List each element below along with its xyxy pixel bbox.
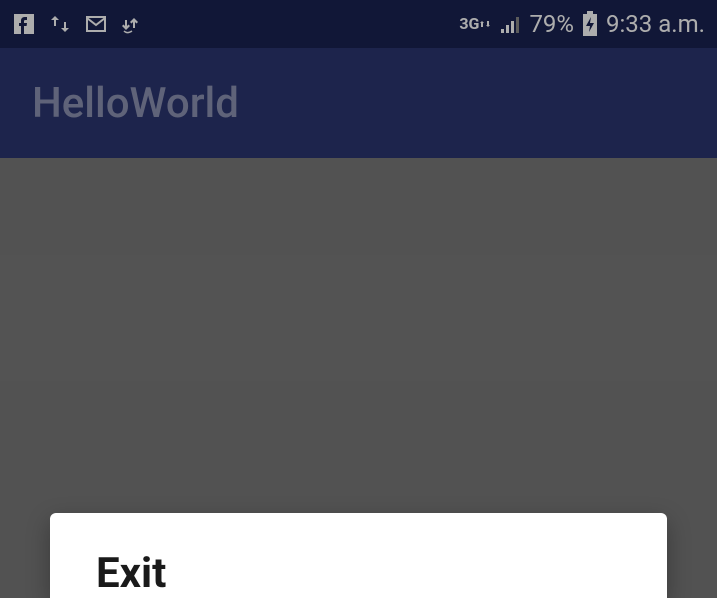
- signal-icon: [499, 13, 521, 35]
- battery-percent: 79%: [529, 10, 574, 38]
- sync-icon: [48, 12, 72, 36]
- network-3g-icon: 3G: [459, 16, 491, 32]
- facebook-icon: [12, 12, 36, 36]
- battery-charging-icon: [582, 11, 598, 37]
- dialog-title: Exit: [96, 549, 621, 598]
- network-label: 3G: [459, 16, 479, 32]
- clock-time: 9:33 a.m.: [606, 10, 705, 38]
- status-bar: 3G 79% 9:33 a.m.: [0, 0, 717, 48]
- app-bar: HelloWorld: [0, 48, 717, 158]
- status-right: 3G 79% 9:33 a.m.: [459, 10, 705, 38]
- gmail-icon: [84, 12, 108, 36]
- exit-dialog: Exit: [50, 513, 667, 598]
- status-left-icons: [12, 12, 144, 36]
- data-transfer-icon: [120, 12, 144, 36]
- app-title: HelloWorld: [32, 79, 239, 128]
